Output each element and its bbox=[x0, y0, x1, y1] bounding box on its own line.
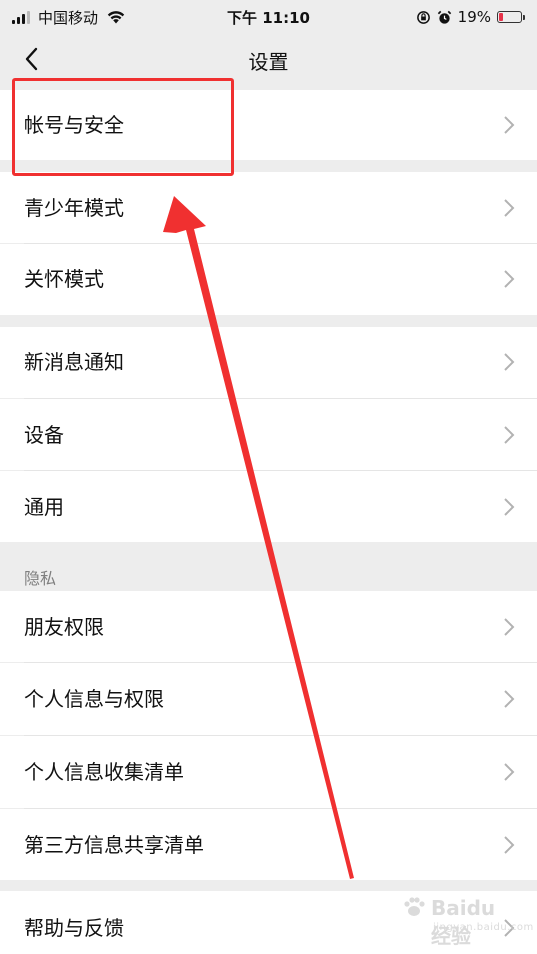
chevron-right-icon bbox=[504, 199, 515, 217]
settings-item-label: 第三方信息共享清单 bbox=[24, 833, 204, 857]
settings-item-label: 关怀模式 bbox=[24, 267, 104, 291]
settings-item-label: 朋友权限 bbox=[24, 615, 104, 639]
chevron-right-icon bbox=[504, 618, 515, 636]
orientation-lock-icon bbox=[416, 10, 430, 24]
navigation-bar: 设置 bbox=[0, 34, 537, 84]
baidu-jingyan-watermark: Baidu经验 jingyan.baidu.com bbox=[401, 892, 533, 948]
settings-item-new-message-notification[interactable]: 新消息通知 bbox=[0, 327, 537, 398]
chevron-right-icon bbox=[504, 763, 515, 781]
chevron-right-icon bbox=[504, 690, 515, 708]
settings-item-label: 帮助与反馈 bbox=[24, 916, 124, 940]
privacy-group-header: 隐私 bbox=[24, 569, 57, 588]
settings-item-general[interactable]: 通用 bbox=[0, 471, 537, 542]
paw-icon bbox=[404, 897, 425, 916]
settings-item-care-mode[interactable]: 关怀模式 bbox=[0, 244, 537, 315]
settings-item-label: 个人信息与权限 bbox=[24, 687, 164, 711]
battery-percent: 19% bbox=[457, 8, 491, 26]
settings-item-label: 通用 bbox=[24, 495, 64, 519]
page-title: 设置 bbox=[248, 50, 289, 74]
settings-item-label: 设备 bbox=[24, 423, 64, 447]
settings-item-youth-mode[interactable]: 青少年模式 bbox=[0, 172, 537, 243]
battery-icon bbox=[497, 11, 525, 23]
chevron-right-icon bbox=[504, 270, 515, 288]
watermark-url: jingyan.baidu.com bbox=[433, 922, 534, 933]
chevron-right-icon bbox=[504, 426, 515, 444]
settings-item-label: 新消息通知 bbox=[24, 350, 124, 374]
settings-item-personal-info-permissions[interactable]: 个人信息与权限 bbox=[0, 663, 537, 735]
settings-item-personal-info-collection[interactable]: 个人信息收集清单 bbox=[0, 736, 537, 808]
alarm-icon bbox=[437, 10, 451, 24]
chevron-right-icon bbox=[504, 116, 515, 134]
chevron-right-icon bbox=[504, 498, 515, 516]
chevron-right-icon bbox=[504, 353, 515, 371]
settings-item-label: 个人信息收集清单 bbox=[24, 760, 184, 784]
settings-item-label: 青少年模式 bbox=[24, 196, 124, 220]
chevron-right-icon bbox=[504, 836, 515, 854]
settings-item-third-party-sharing[interactable]: 第三方信息共享清单 bbox=[0, 809, 537, 880]
settings-item-friend-permissions[interactable]: 朋友权限 bbox=[0, 591, 537, 662]
settings-item-devices[interactable]: 设备 bbox=[0, 399, 537, 470]
status-right: 19% bbox=[416, 6, 525, 28]
highlight-box-annotation bbox=[12, 78, 234, 176]
status-bar: 中国移动 下午 11:10 19% bbox=[0, 0, 537, 34]
